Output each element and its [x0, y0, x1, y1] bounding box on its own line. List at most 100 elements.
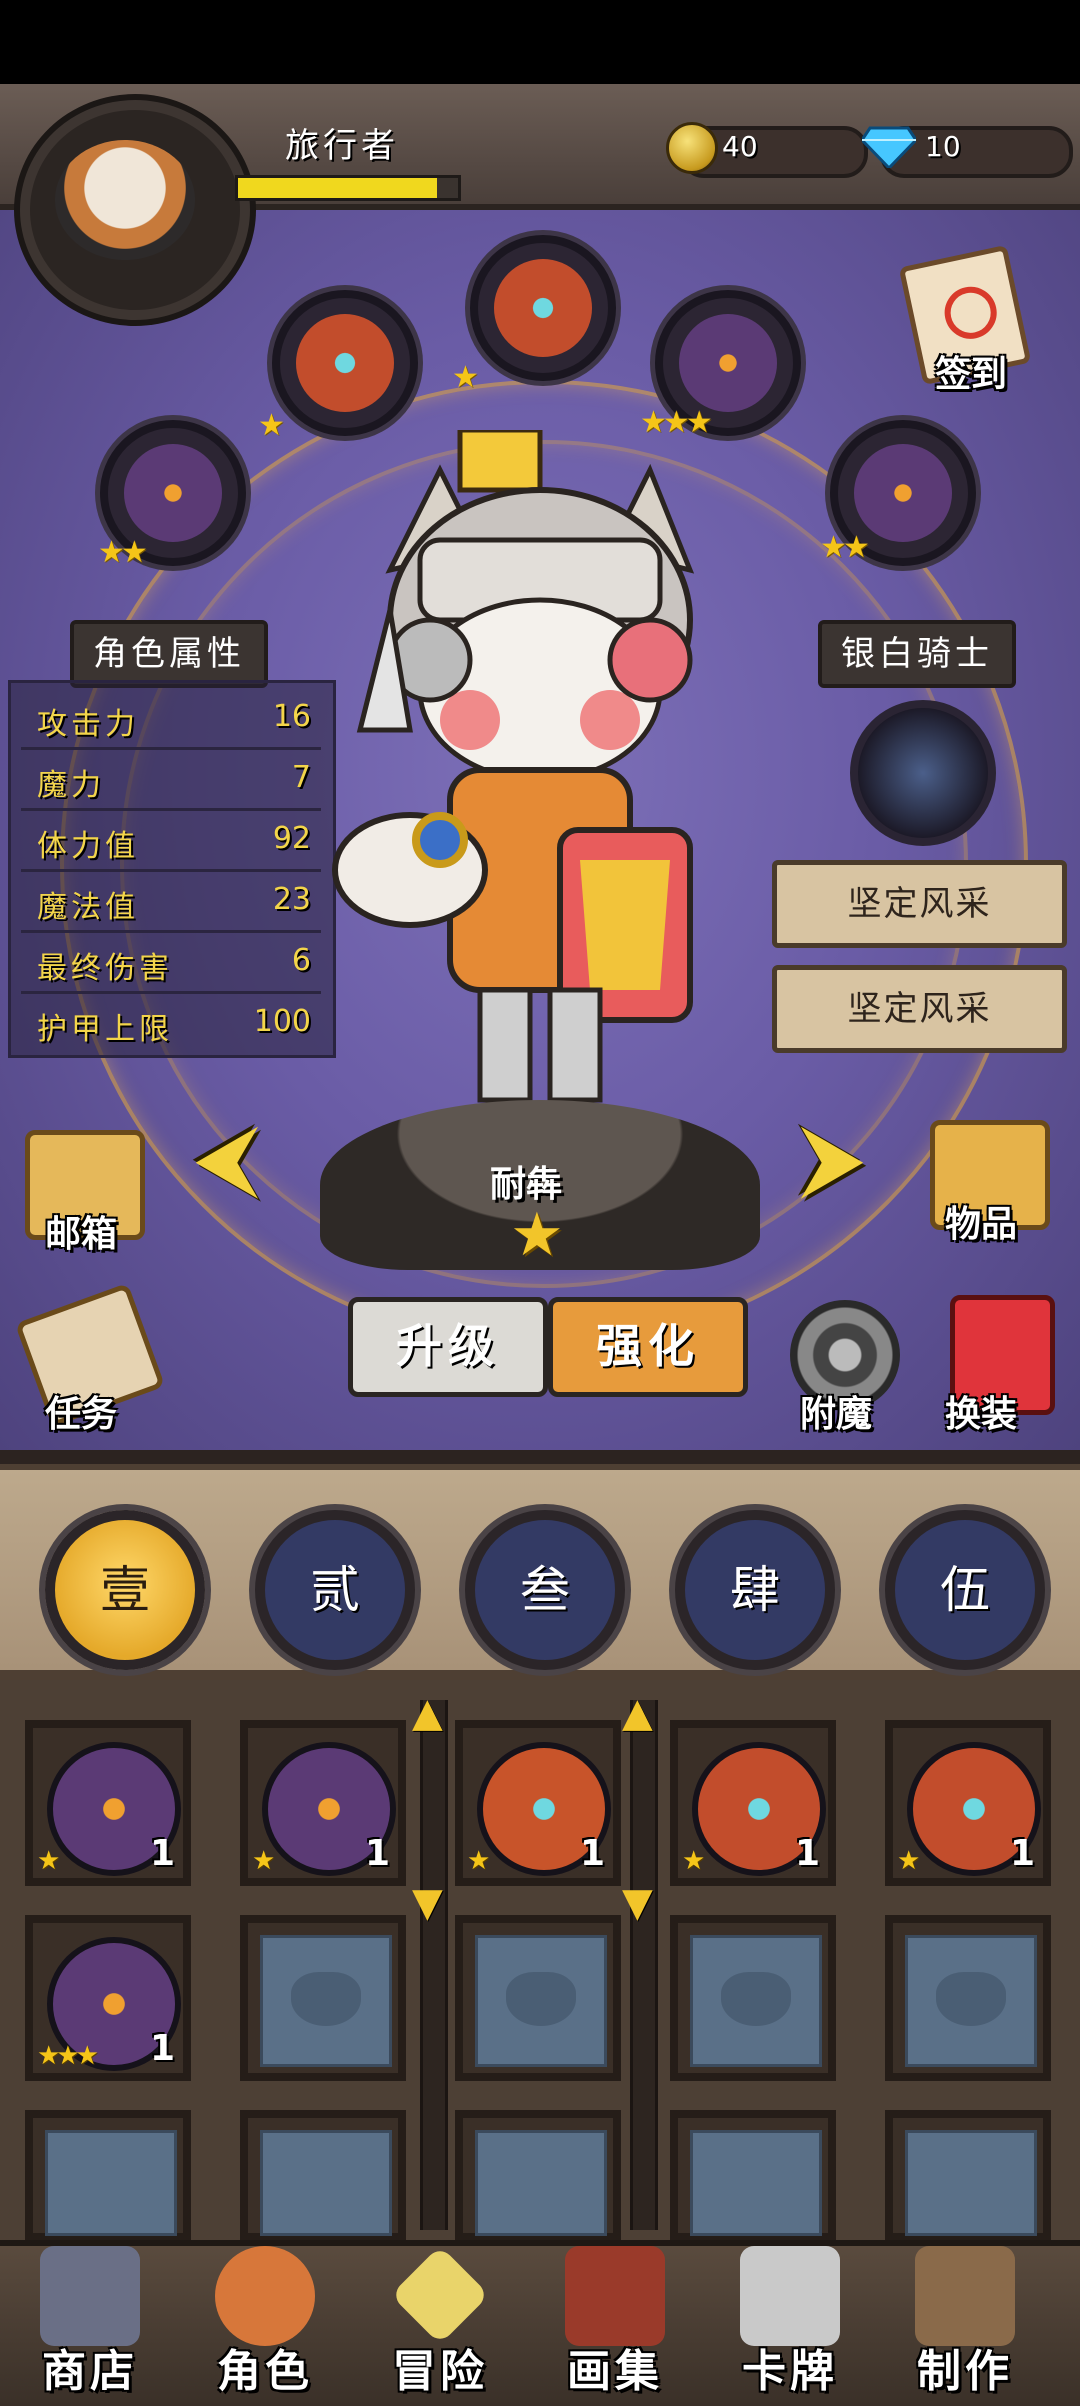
- stat-value: 23: [272, 882, 311, 917]
- player-name: 旅行者: [285, 126, 399, 166]
- stat-name: 体力值: [37, 829, 139, 864]
- stat-value: 16: [272, 699, 311, 734]
- slot-stars: ★: [252, 1846, 275, 1876]
- scroll-down-icon[interactable]: ▼: [622, 1880, 653, 1926]
- scroll-up-icon[interactable]: ▲: [412, 1690, 443, 1736]
- nav-label: 角色: [217, 2346, 313, 2397]
- nav-cards[interactable]: 卡牌: [705, 2240, 875, 2400]
- inventory-slot[interactable]: ★ 1: [885, 1720, 1051, 1886]
- nav-character[interactable]: 角色: [180, 2240, 350, 2400]
- slot-count: 1: [1009, 1833, 1035, 1874]
- skill-slot-2-stars: ★: [258, 408, 285, 443]
- status-bar: [0, 0, 1080, 84]
- upgrade-button[interactable]: 升级: [348, 1297, 548, 1397]
- xp-bar-fill: [238, 178, 437, 198]
- scroll-track[interactable]: [420, 1700, 448, 2230]
- stat-name: 护甲上限: [37, 1012, 173, 1047]
- prev-character-arrow-icon[interactable]: ⮜: [195, 1105, 259, 1211]
- slot-count: 1: [794, 1833, 820, 1874]
- card-icon: [740, 2246, 840, 2346]
- mailbox-label: 邮箱: [45, 1214, 118, 1255]
- passive-skill-icon[interactable]: [850, 700, 996, 846]
- empty-slot[interactable]: [240, 2110, 406, 2241]
- slot-stars: ★: [37, 1846, 60, 1876]
- stat-row: 最终伤害 6: [21, 933, 321, 994]
- slot-stars: ★: [467, 1846, 490, 1876]
- inventory-slot[interactable]: ★ 1: [670, 1720, 836, 1886]
- nav-label: 卡牌: [742, 2346, 838, 2397]
- skill-slot-2[interactable]: [272, 290, 418, 436]
- anvil-icon: [915, 2246, 1015, 2346]
- inventory-slot[interactable]: ★ 1: [25, 1720, 191, 1886]
- skill-slot-1-stars: ★★: [98, 535, 148, 570]
- items-label: 物品: [945, 1204, 1018, 1245]
- slot-stars: ★: [897, 1846, 920, 1876]
- stat-value: 7: [291, 760, 311, 795]
- inventory-slot[interactable]: ★ 1: [455, 1720, 621, 1886]
- attributes-table: 攻击力 16 魔力 7 体力值 92 魔法值 23 最终伤害 6 护甲上限 10…: [8, 680, 336, 1058]
- empty-slot[interactable]: [25, 2110, 191, 2241]
- coin-value: 40: [722, 130, 758, 163]
- slot-count: 1: [149, 1833, 175, 1874]
- attributes-title: 角色属性: [70, 620, 268, 688]
- stat-row: 魔力 7: [21, 750, 321, 811]
- tab-5[interactable]: 伍: [885, 1510, 1045, 1670]
- empty-slot[interactable]: [455, 1915, 621, 2081]
- outfit-label: 换装: [945, 1394, 1018, 1435]
- nav-label: 制作: [917, 2346, 1013, 2397]
- signin-label: 签到: [935, 354, 1008, 395]
- stat-row: 护甲上限 100: [21, 994, 321, 1052]
- stat-name: 魔力: [37, 768, 105, 803]
- empty-slot[interactable]: [885, 2110, 1051, 2241]
- quests-label: 任务: [45, 1394, 118, 1435]
- slot-count: 1: [149, 2028, 175, 2069]
- skill-slot-3[interactable]: [470, 235, 616, 381]
- empty-slot[interactable]: [455, 2110, 621, 2241]
- nav-adventure[interactable]: 冒险: [355, 2240, 525, 2400]
- gem-value: 10: [925, 130, 961, 163]
- tab-4[interactable]: 肆: [675, 1510, 835, 1670]
- stat-row: 攻击力 16: [21, 689, 321, 750]
- slot-stars: ★★★: [37, 2041, 99, 2071]
- knight-character: [332, 430, 695, 1103]
- nav-craft[interactable]: 制作: [880, 2240, 1050, 2400]
- nav-label: 画集: [567, 2346, 663, 2397]
- skill-item[interactable]: 坚定风采: [772, 860, 1067, 948]
- empty-slot[interactable]: [240, 1915, 406, 2081]
- cat-head-icon: [215, 2246, 315, 2346]
- skill-slot-5-stars: ★★: [820, 530, 870, 565]
- castle-icon: [40, 2246, 140, 2346]
- skill-item[interactable]: 坚定风采: [772, 965, 1067, 1053]
- inventory-slot[interactable]: ★ 1: [240, 1720, 406, 1886]
- nav-shop[interactable]: 商店: [5, 2240, 175, 2400]
- stat-value: 100: [253, 1004, 311, 1039]
- empty-slot[interactable]: [670, 2110, 836, 2241]
- scroll-track[interactable]: [630, 1700, 658, 2230]
- stat-value: 92: [272, 821, 311, 856]
- stat-name: 魔法值: [37, 890, 139, 925]
- slot-count: 1: [364, 1833, 390, 1874]
- empty-slot[interactable]: [885, 1915, 1051, 2081]
- nav-label: 冒险: [392, 2346, 488, 2397]
- slot-stars: ★: [682, 1846, 705, 1876]
- nav-gallery[interactable]: 画集: [530, 2240, 700, 2400]
- inventory-slot[interactable]: ★★★ 1: [25, 1915, 191, 2081]
- crossed-swords-icon: [390, 2245, 490, 2345]
- cat-placeholder-icon: [936, 1972, 1006, 2026]
- enhance-button[interactable]: 强化: [548, 1297, 748, 1397]
- enchant-label: 附魔: [800, 1394, 873, 1435]
- stat-row: 魔法值 23: [21, 872, 321, 933]
- scroll-up-icon[interactable]: ▲: [622, 1690, 653, 1736]
- cat-placeholder-icon: [506, 1972, 576, 2026]
- avatar-portrait-icon: [55, 140, 195, 260]
- book-icon: [565, 2246, 665, 2346]
- next-character-arrow-icon[interactable]: ⮞: [800, 1105, 865, 1211]
- cat-placeholder-icon: [291, 1972, 361, 2026]
- tab-3[interactable]: 叁: [465, 1510, 625, 1670]
- tab-1[interactable]: 壹: [45, 1510, 205, 1670]
- tab-2[interactable]: 贰: [255, 1510, 415, 1670]
- cat-placeholder-icon: [721, 1972, 791, 2026]
- empty-slot[interactable]: [670, 1915, 836, 2081]
- skill-slot-3-stars: ★: [452, 360, 479, 395]
- scroll-down-icon[interactable]: ▼: [412, 1880, 443, 1926]
